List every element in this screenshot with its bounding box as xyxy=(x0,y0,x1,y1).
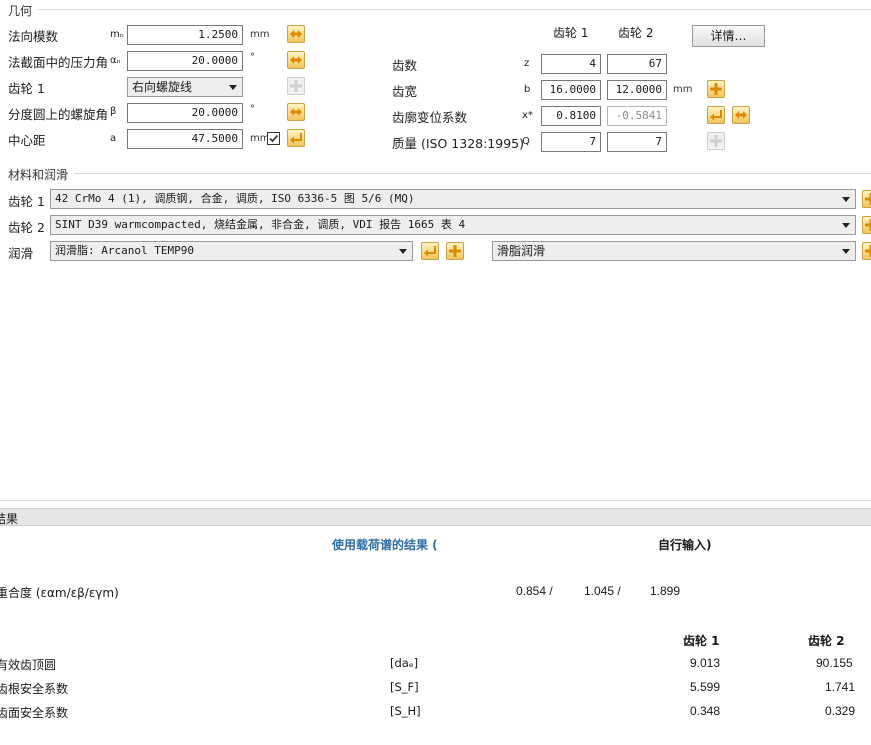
details-button[interactable]: 详情… xyxy=(692,25,765,47)
add-icon-disabled xyxy=(287,77,305,95)
pressure-angle-label: 法截面中的压力角 xyxy=(8,55,109,70)
flank-safety-label: 齿面安全系数 xyxy=(0,706,69,720)
teeth-count-label: 齿数 xyxy=(392,58,418,73)
normal-module-symbol: mₙ xyxy=(110,29,124,40)
normal-module-label: 法向模数 xyxy=(8,29,59,44)
face-width-label: 齿宽 xyxy=(392,84,418,99)
contact-ratio-value-3: 1.899 xyxy=(650,584,681,598)
face-width-gear2-input[interactable]: 12.0000 xyxy=(607,80,667,100)
normal-module-unit: mm xyxy=(250,29,270,40)
root-safety-gear2: 1.741 xyxy=(825,680,856,694)
add-icon[interactable] xyxy=(446,242,464,260)
add-icon[interactable] xyxy=(707,80,725,98)
profile-shift-symbol: x* xyxy=(522,110,533,121)
add-icon[interactable] xyxy=(862,190,871,208)
material-gear2-label: 齿轮 2 xyxy=(8,220,45,235)
tip-diameter-gear1: 9.013 xyxy=(690,656,721,670)
root-safety-label: 齿根安全系数 xyxy=(0,682,69,696)
pane-divider[interactable] xyxy=(0,500,871,501)
results-header-bar xyxy=(0,508,871,526)
teeth-count-symbol: z xyxy=(524,58,530,69)
profile-shift-gear2-input: -0.5841 xyxy=(607,106,667,126)
lubricant-select[interactable]: 润滑脂: Arcanol TEMP90 xyxy=(50,241,413,261)
column-header-gear1: 齿轮 1 xyxy=(553,26,589,40)
profile-shift-label: 齿廓变位系数 xyxy=(392,110,468,125)
teeth-gear1-input[interactable]: 4 xyxy=(541,54,601,74)
tip-diameter-symbol: [daₑ] xyxy=(390,656,419,670)
add-icon-disabled xyxy=(707,132,725,150)
material-gear1-value: 42 CrMo 4 (1), 调质钢, 合金, 调质, ISO 6336-5 图… xyxy=(55,192,415,205)
contact-ratio-value-2: 1.045 / xyxy=(584,584,621,598)
lubrication-type-value: 滑脂润滑 xyxy=(497,244,546,258)
section-divider xyxy=(74,173,871,174)
face-width-gear1-input[interactable]: 16.0000 xyxy=(541,80,601,100)
results-column-gear1: 齿轮 1 xyxy=(683,634,720,648)
convert-arrows-icon[interactable] xyxy=(287,25,305,43)
add-icon[interactable] xyxy=(862,242,871,260)
manual-input-header: 自行输入) xyxy=(658,538,712,552)
section-divider xyxy=(38,9,871,10)
lubrication-label: 润滑 xyxy=(8,246,34,261)
helix-direction-select[interactable]: 右向螺旋线 xyxy=(127,77,243,97)
profile-shift-gear1-input[interactable]: 0.8100 xyxy=(541,106,601,126)
lubrication-type-select[interactable]: 滑脂润滑 xyxy=(492,241,856,261)
material-gear1-label: 齿轮 1 xyxy=(8,194,45,209)
convert-arrows-icon[interactable] xyxy=(287,51,305,69)
center-distance-checkbox[interactable] xyxy=(267,132,280,145)
flank-safety-gear1: 0.348 xyxy=(690,704,721,718)
section-title-results: 结果 xyxy=(0,512,19,526)
return-arrow-icon[interactable] xyxy=(707,106,725,124)
helix-angle-unit: ° xyxy=(250,104,255,115)
section-title-geometry: 几何 xyxy=(8,4,33,18)
face-width-unit: mm xyxy=(673,84,693,95)
tip-diameter-label: 有效齿顶圆 xyxy=(0,658,57,672)
contact-ratio-value-1: 0.854 / xyxy=(516,584,553,598)
tip-diameter-gear2: 90.155 xyxy=(816,656,853,670)
helix-angle-label: 分度圆上的螺旋角 xyxy=(8,107,109,122)
face-width-symbol: b xyxy=(524,84,531,95)
material-gear2-select[interactable]: SINT D39 warmcompacted, 烧结金属, 非合金, 调质, V… xyxy=(50,215,856,235)
chevron-down-icon xyxy=(842,223,850,228)
chevron-down-icon xyxy=(229,85,237,90)
chevron-down-icon xyxy=(399,249,407,254)
contact-ratio-label: 重合度 (εαm/εβ/εγm) xyxy=(0,586,119,600)
normal-module-input[interactable]: 1.2500 xyxy=(127,25,243,45)
convert-arrows-icon[interactable] xyxy=(732,106,750,124)
flank-safety-symbol: [S_H] xyxy=(390,704,421,718)
return-arrow-icon[interactable] xyxy=(421,242,439,260)
center-distance-symbol: a xyxy=(110,133,117,144)
chevron-down-icon xyxy=(842,197,850,202)
section-title-materials: 材料和润滑 xyxy=(8,168,69,182)
flank-safety-gear2: 0.329 xyxy=(825,704,856,718)
lubricant-value: 润滑脂: Arcanol TEMP90 xyxy=(55,244,194,257)
pressure-angle-input[interactable]: 20.0000 xyxy=(127,51,243,71)
results-column-gear2: 齿轮 2 xyxy=(808,634,845,648)
center-distance-label: 中心距 xyxy=(8,133,46,148)
root-safety-gear1: 5.599 xyxy=(690,680,721,694)
helix-direction-value: 右向螺旋线 xyxy=(132,80,193,94)
pressure-angle-symbol: αₙ xyxy=(110,55,121,66)
return-arrow-icon[interactable] xyxy=(287,129,305,147)
helix-angle-input[interactable]: 20.0000 xyxy=(127,103,243,123)
quality-label: 质量 (ISO 1328:1995) xyxy=(392,136,524,151)
material-gear2-value: SINT D39 warmcompacted, 烧结金属, 非合金, 调质, V… xyxy=(55,218,466,231)
checkmark-icon xyxy=(269,134,279,143)
pressure-angle-unit: ° xyxy=(250,52,255,63)
teeth-gear2-input[interactable]: 67 xyxy=(607,54,667,74)
column-header-gear2: 齿轮 2 xyxy=(618,26,654,40)
load-spectrum-header: 使用载荷谱的结果 ( xyxy=(332,538,438,552)
convert-arrows-icon[interactable] xyxy=(287,103,305,121)
quality-gear1-input[interactable]: 7 xyxy=(541,132,601,152)
quality-symbol: Q xyxy=(522,136,530,147)
gear1-helix-label: 齿轮 1 xyxy=(8,81,45,96)
chevron-down-icon xyxy=(842,249,850,254)
root-safety-symbol: [S_F] xyxy=(390,680,419,694)
quality-gear2-input[interactable]: 7 xyxy=(607,132,667,152)
helix-angle-symbol: β xyxy=(110,106,117,117)
center-distance-input[interactable]: 47.5000 xyxy=(127,129,243,149)
add-icon[interactable] xyxy=(862,216,871,234)
material-gear1-select[interactable]: 42 CrMo 4 (1), 调质钢, 合金, 调质, ISO 6336-5 图… xyxy=(50,189,856,209)
